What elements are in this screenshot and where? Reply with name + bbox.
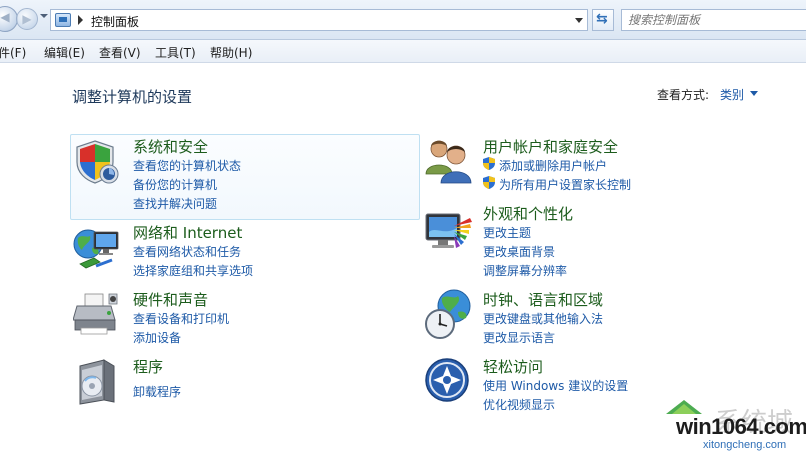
user-accounts-icon (425, 140, 472, 184)
breadcrumb-separator-icon[interactable] (78, 15, 83, 25)
breadcrumb-control-panel[interactable]: 控制面板 (91, 13, 139, 30)
link-change-desktop-background[interactable]: 更改桌面背景 (483, 243, 555, 260)
link-network-status-tasks[interactable]: 查看网络状态和任务 (133, 243, 241, 260)
link-change-theme[interactable]: 更改主题 (483, 224, 531, 241)
menu-help[interactable]: 帮助(H) (210, 44, 252, 61)
uac-shield-icon (483, 157, 495, 170)
refresh-icon: ⇆ (596, 11, 608, 27)
forward-arrow-icon: ▶ (22, 12, 32, 26)
appearance-display-icon (425, 213, 472, 248)
link-parental-controls[interactable]: 为所有用户设置家长控制 (499, 176, 631, 193)
network-globe-icon (73, 229, 119, 269)
appearance-title[interactable]: 外观和个性化 (483, 203, 573, 224)
link-find-fix-problems[interactable]: 查找并解决问题 (133, 195, 217, 212)
refresh-button[interactable]: ⇆ (592, 9, 614, 31)
link-homegroup-sharing[interactable]: 选择家庭组和共享选项 (133, 262, 253, 279)
link-add-device[interactable]: 添加设备 (133, 329, 181, 346)
system-security-title[interactable]: 系统和安全 (133, 136, 208, 157)
forward-button[interactable]: ▶ (16, 8, 38, 30)
printer-icon (73, 293, 118, 335)
link-optimize-visual-display[interactable]: 优化视频显示 (483, 396, 555, 413)
view-by-dropdown[interactable]: 类别 (720, 86, 744, 103)
link-change-keyboard-input[interactable]: 更改键盘或其他输入法 (483, 310, 603, 327)
back-arrow-icon: ◀ (0, 10, 10, 24)
menu-view[interactable]: 查看(V) (99, 44, 141, 61)
clock-globe-icon (425, 289, 471, 339)
view-by-chevron-down-icon[interactable] (750, 91, 758, 96)
user-accounts-title[interactable]: 用户帐户和家庭安全 (483, 136, 618, 157)
network-internet-title[interactable]: 网络和 Internet (133, 222, 242, 243)
programs-box-icon (79, 359, 115, 405)
ease-of-access-icon (425, 358, 469, 402)
category-system-security[interactable] (70, 134, 420, 220)
hardware-sound-title[interactable]: 硬件和声音 (133, 289, 208, 310)
link-devices-printers[interactable]: 查看设备和打印机 (133, 310, 229, 327)
link-backup-computer[interactable]: 备份您的计算机 (133, 176, 217, 193)
menu-bar: 件(F) 编辑(E) 查看(V) 工具(T) 帮助(H) (0, 40, 806, 63)
link-recommended-settings[interactable]: 使用 Windows 建议的设置 (483, 377, 628, 394)
watermark-text: win1064.com (676, 414, 806, 439)
address-history-dropdown-icon[interactable] (575, 18, 583, 23)
search-box[interactable] (621, 9, 806, 31)
menu-edit[interactable]: 编辑(E) (44, 44, 85, 61)
link-add-remove-user-accounts[interactable]: 添加或删除用户帐户 (499, 157, 607, 174)
search-input[interactable] (628, 12, 803, 28)
address-bar[interactable]: 控制面板 (50, 9, 588, 31)
link-uninstall-program[interactable]: 卸载程序 (133, 383, 181, 400)
uac-shield-icon (483, 176, 495, 189)
control-panel-icon (55, 13, 71, 27)
watermark-subtext: xitongcheng.com (703, 439, 787, 451)
link-change-display-language[interactable]: 更改显示语言 (483, 329, 555, 346)
recent-pages-dropdown-icon[interactable] (40, 14, 48, 18)
address-toolbar: ◀ ▶ 控制面板 ⇆ (0, 0, 806, 40)
shield-icon (76, 140, 119, 184)
page-title: 调整计算机的设置 (72, 88, 193, 106)
view-by-label: 查看方式: (657, 88, 710, 102)
clock-language-region-title[interactable]: 时钟、语言和区域 (483, 289, 603, 310)
programs-title[interactable]: 程序 (133, 356, 163, 377)
menu-file[interactable]: 件(F) (0, 44, 26, 61)
link-adjust-resolution[interactable]: 调整屏幕分辨率 (483, 262, 567, 279)
link-view-computer-status[interactable]: 查看您的计算机状态 (133, 157, 241, 174)
ease-of-access-title[interactable]: 轻松访问 (483, 356, 543, 377)
menu-tools[interactable]: 工具(T) (155, 44, 196, 61)
